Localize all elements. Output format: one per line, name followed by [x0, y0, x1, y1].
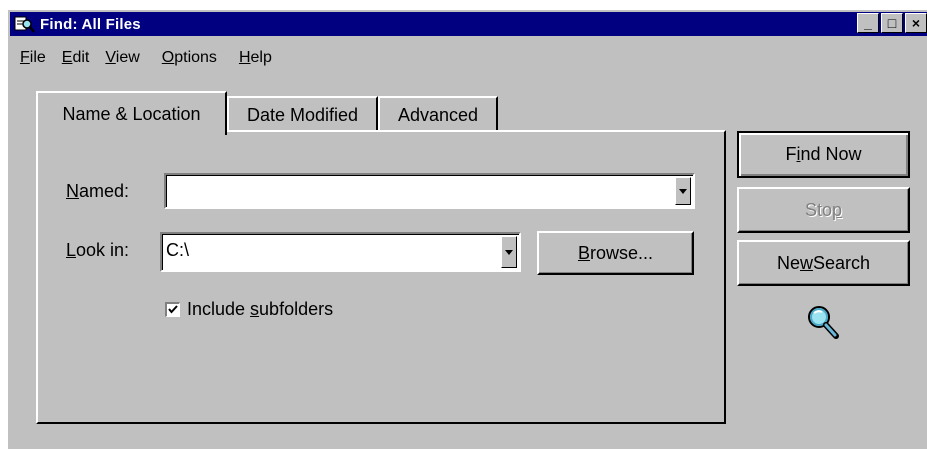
- maximize-button[interactable]: □: [881, 13, 903, 33]
- tab-name-location[interactable]: Name & Location: [36, 91, 227, 135]
- window-title: Find: All Files: [40, 15, 141, 33]
- tab-date-modified[interactable]: Date Modified: [227, 96, 378, 132]
- close-icon: ×: [911, 15, 921, 31]
- lookin-dropdown-button[interactable]: [501, 236, 517, 268]
- maximize-icon: □: [887, 15, 897, 31]
- menu-help[interactable]: Help: [231, 47, 280, 69]
- lookin-combobox[interactable]: C:\: [160, 232, 521, 272]
- browse-button[interactable]: Browse...: [537, 231, 694, 275]
- find-files-icon: [14, 14, 36, 34]
- title-bar[interactable]: Find: All Files _ □ ×: [10, 12, 927, 36]
- stop-button[interactable]: Sto p: [737, 187, 910, 233]
- named-dropdown-button[interactable]: [675, 177, 691, 205]
- magnifier-icon: [806, 304, 840, 340]
- menu-edit[interactable]: Edit: [54, 47, 98, 69]
- tab-advanced[interactable]: Advanced: [378, 96, 498, 132]
- named-combobox[interactable]: [164, 173, 695, 209]
- lookin-field[interactable]: C:\: [166, 240, 189, 261]
- minimize-button[interactable]: _: [857, 13, 879, 33]
- chevron-down-icon: [679, 188, 687, 194]
- include-subfolders-checkbox[interactable]: [165, 302, 180, 317]
- menu-options[interactable]: Options: [154, 47, 225, 69]
- include-subfolders-label[interactable]: Include subfolders: [187, 299, 333, 320]
- new-search-button[interactable]: Ne w Search: [737, 240, 910, 286]
- chevron-down-icon: [505, 249, 513, 255]
- menu-file[interactable]: File: [12, 47, 54, 69]
- menu-view[interactable]: View: [97, 47, 147, 69]
- close-button[interactable]: ×: [905, 13, 927, 33]
- minimize-icon: _: [864, 15, 872, 31]
- menu-bar: File Edit View Options Help: [12, 47, 280, 69]
- checkmark-icon: [168, 305, 178, 314]
- find-now-button[interactable]: Fi nd Now: [737, 131, 910, 178]
